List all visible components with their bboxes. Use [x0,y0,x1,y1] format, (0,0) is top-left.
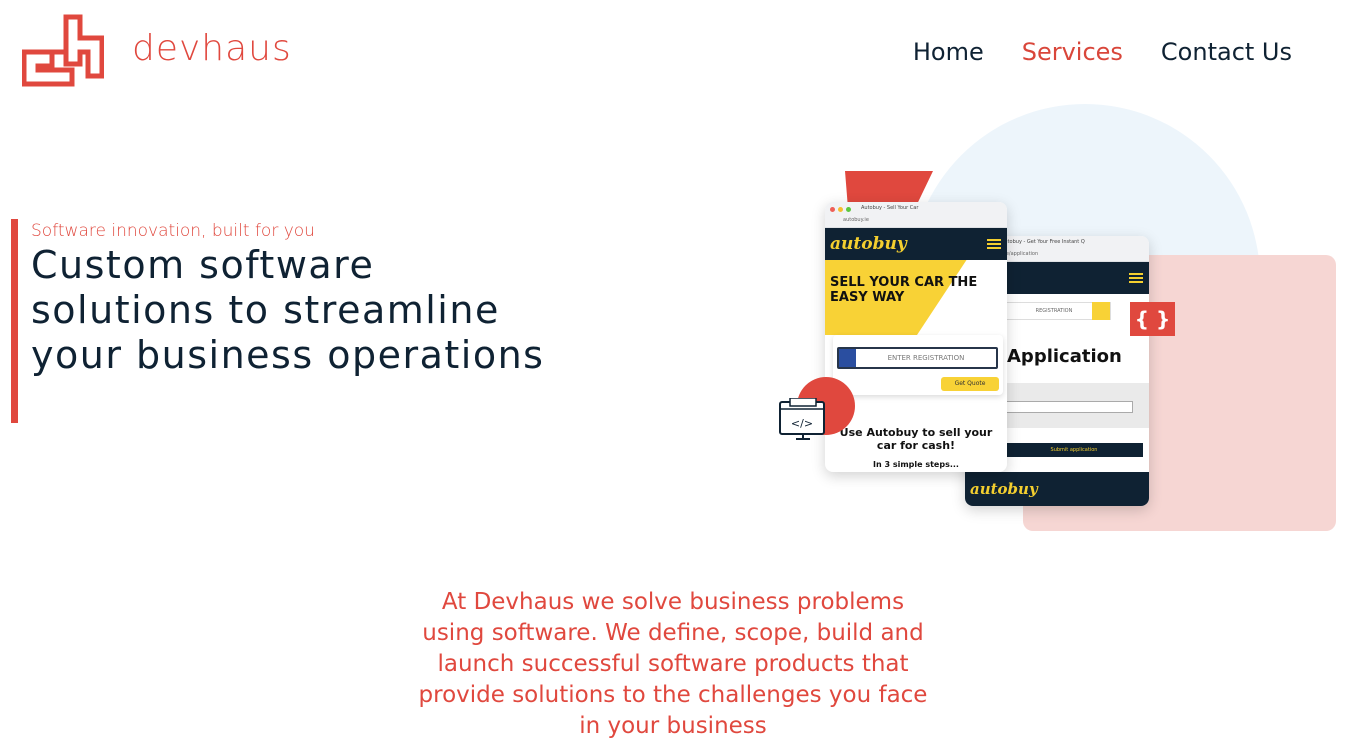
form-field [1005,401,1133,413]
nav-home-link[interactable]: Home [913,38,984,66]
promo-headline: SELL YOUR CAR THE EASY WAY [830,275,978,305]
browser-url: autobuy.ie [843,217,869,223]
get-quote-button: Get Quote [941,377,999,391]
registration-input: ENTER REGISTRATION [837,347,998,369]
code-monitor-icon: </> [779,398,825,440]
app-footer: autobuy [965,472,1149,506]
application-heading: Application [1007,346,1122,367]
app-header: autobuy [825,228,1007,260]
registration-button [1092,302,1110,320]
site-logo[interactable]: devhaus [22,12,291,90]
code-braces-icon: { } [1130,302,1175,336]
hero-tagline: Software innovation, built for you [31,221,315,241]
mockup-sell-car-screen: Autobuy - Sell Your Car autobuy.ie autob… [825,202,1007,472]
autobuy-brand: autobuy [830,234,907,254]
registration-card: ENTER REGISTRATION Get Quote [833,335,1003,395]
browser-tab-title: Autobuy - Sell Your Car [861,205,919,211]
hamburger-menu-icon [1129,273,1143,283]
registration-placeholder: ENTER REGISTRATION [887,354,965,362]
steps-text: In 3 simple steps... [873,460,959,469]
eu-flag-icon [839,349,856,367]
logo-wordmark: devhaus [132,28,292,69]
cta-text: Use Autobuy to sell your car for cash! [839,426,993,452]
intro-paragraph: At Devhaus we solve business problems us… [418,589,928,739]
window-controls-icon [830,207,851,212]
hamburger-menu-icon [987,239,1001,249]
nav-contact-link[interactable]: Contact Us [1161,38,1292,66]
promo-cta: Use Autobuy to sell your car for cash! I… [825,426,1007,469]
promo-banner: SELL YOUR CAR THE EASY WAY [825,260,1007,335]
main-nav: Home Services Contact Us [913,38,1292,66]
browser-toolbar: Autobuy - Sell Your Car autobuy.ie [825,202,1007,228]
code-icon-label: </> [791,417,813,430]
hero-illustration: Autobuy - Get Your Free Instant Q autobu… [760,100,1350,540]
browser-tab-title: Autobuy - Get Your Free Instant Q [1001,239,1085,245]
devhaus-logo-icon [22,14,104,87]
hero-title: Custom software solutions to streamline … [31,243,545,377]
footer-brand: autobuy [970,480,1038,498]
submit-application-button: Submit application [1005,443,1143,457]
nav-services-link[interactable]: Services [1022,38,1123,66]
hero-section: Software innovation, built for you Custo… [11,219,551,423]
